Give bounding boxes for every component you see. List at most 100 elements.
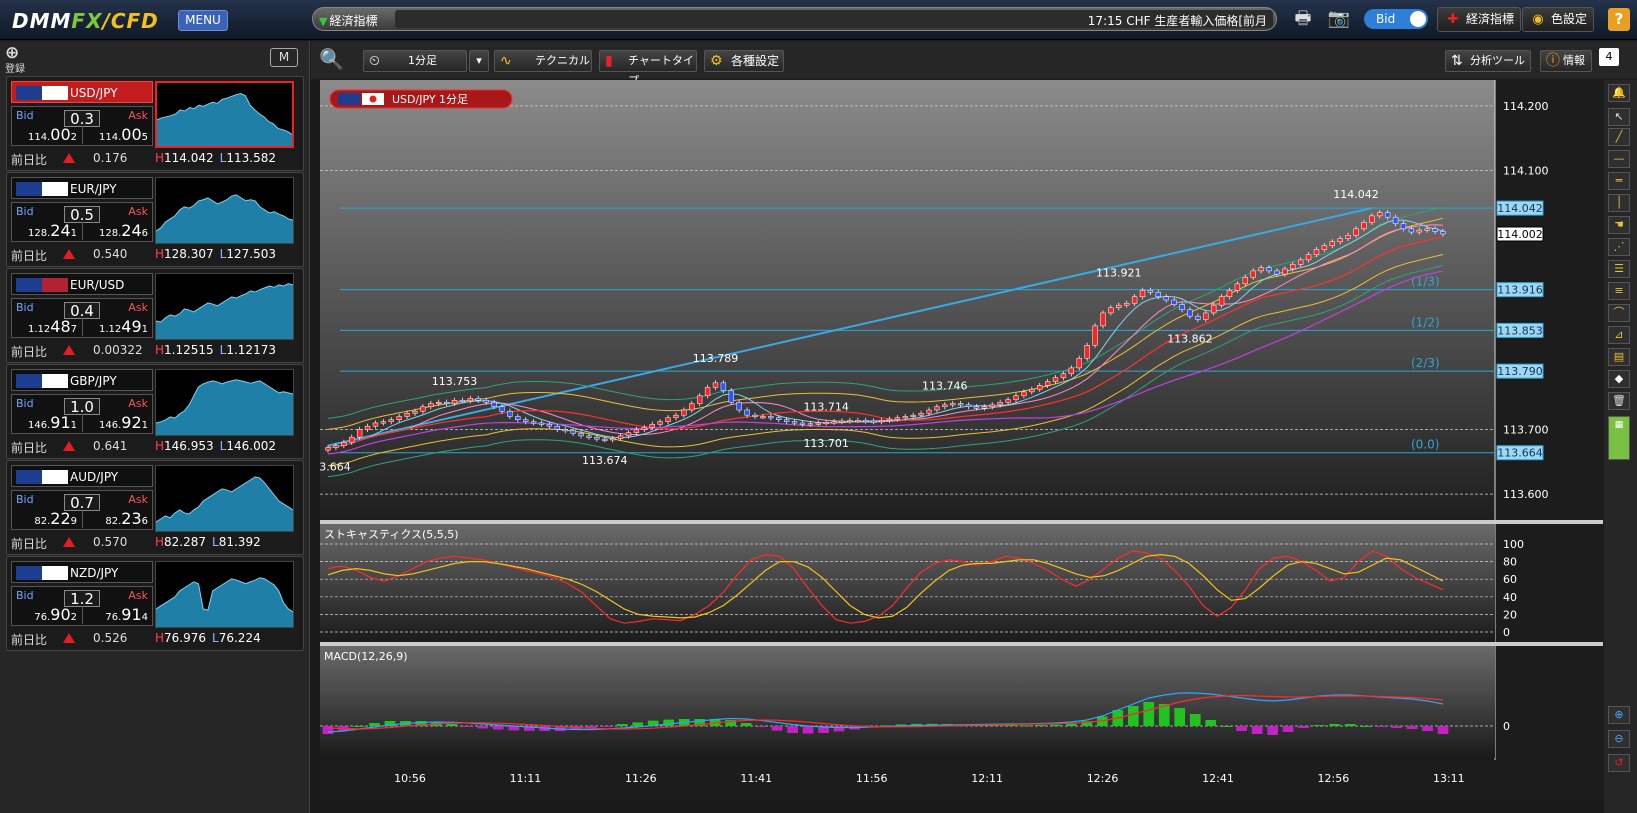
pair-header[interactable]: EUR/USD xyxy=(11,273,153,295)
quote-box[interactable]: Bid Ask 0.5 128.241 128.246 xyxy=(11,202,153,242)
color-settings-button[interactable]: ◉ 色設定 xyxy=(1522,7,1595,32)
mini-chart[interactable] xyxy=(155,273,294,340)
pair-header[interactable]: AUD/JPY xyxy=(11,465,153,487)
quote-box[interactable]: Bid Ask 0.4 1.12487 1.12491 xyxy=(11,298,153,338)
candle-body xyxy=(1187,309,1193,317)
pair-header[interactable]: EUR/JPY xyxy=(11,177,153,199)
day-change: 前日比 0.526 xyxy=(11,631,153,648)
economic-ticker[interactable]: ▼ 経済指標 17:15 CHF 生産者輸入価格[前月 xyxy=(312,7,1277,31)
line-color-icon[interactable]: ▦ xyxy=(1608,416,1630,460)
cursor-icon[interactable]: ↖ xyxy=(1608,108,1630,126)
mini-chart[interactable] xyxy=(155,465,294,532)
candle-body xyxy=(1234,283,1241,291)
pair-header[interactable]: NZD/JPY xyxy=(11,561,153,583)
day-change-label: 前日比 xyxy=(11,345,48,359)
ask-price[interactable]: 82.236 xyxy=(105,510,148,528)
mini-chart[interactable] xyxy=(155,81,294,148)
candle-body xyxy=(1400,223,1407,230)
camera-icon[interactable]: 📷 xyxy=(1326,8,1352,30)
macd-histogram-bar xyxy=(632,722,644,726)
bell-icon[interactable]: 🔔 xyxy=(1608,84,1630,102)
timeframe-select[interactable]: ⏲ 1分足 xyxy=(363,50,467,72)
rate-card[interactable]: EUR/JPY Bid Ask 0.5 128.241 128.246 前日比 … xyxy=(6,172,304,267)
candle-body xyxy=(523,419,529,422)
diamond-icon[interactable]: ◆ xyxy=(1608,370,1630,388)
analysis-tools-button[interactable]: ⇅ 分析ツール xyxy=(1445,50,1531,72)
candle-body xyxy=(1305,254,1312,261)
candle-body xyxy=(1321,245,1328,250)
quote-box[interactable]: Bid Ask 0.7 82.229 82.236 xyxy=(11,490,153,530)
vertical-line-icon[interactable]: │ xyxy=(1608,194,1630,212)
bid-price[interactable]: 1.12487 xyxy=(12,318,83,336)
rate-card[interactable]: AUD/JPY Bid Ask 0.7 82.229 82.236 前日比 0.… xyxy=(6,460,304,555)
rate-card[interactable]: EUR/USD Bid Ask 0.4 1.12487 1.12491 前日比 … xyxy=(6,268,304,363)
zoom-out-icon[interactable]: ⊖ xyxy=(1608,730,1630,748)
bid-price[interactable]: 82.229 xyxy=(12,510,83,528)
ask-price[interactable]: 1.12491 xyxy=(99,318,148,336)
rate-card[interactable]: USD/JPY Bid Ask 0.3 114.002 114.005 前日比 … xyxy=(6,76,304,171)
technical-button[interactable]: ∿ テクニカル xyxy=(494,50,592,72)
trash-icon[interactable]: 🗑 xyxy=(1608,392,1630,410)
triangle-up-icon xyxy=(63,153,75,163)
ask-price[interactable]: 128.246 xyxy=(99,222,148,240)
info-button[interactable]: ⓘ 情報 xyxy=(1540,50,1592,72)
day-change-value: 0.00322 xyxy=(93,343,143,357)
macd-histogram-bar xyxy=(477,726,489,729)
stochastic-tick-label: 20 xyxy=(1503,608,1517,621)
zoom-icon[interactable]: 🔍 xyxy=(319,47,344,71)
gann-icon[interactable]: ⊿ xyxy=(1608,326,1630,344)
bid-price[interactable]: 146.911 xyxy=(12,414,83,432)
channel-icon[interactable]: ═ xyxy=(1608,172,1630,190)
settings-button[interactable]: ⚙ 各種設定 xyxy=(704,50,784,72)
rate-card[interactable]: GBP/JPY Bid Ask 1.0 146.911 146.921 前日比 … xyxy=(6,364,304,459)
mini-chart[interactable] xyxy=(155,369,294,436)
bid-price[interactable]: 76.902 xyxy=(12,606,83,624)
mini-chart[interactable] xyxy=(155,177,294,244)
stochastic-pane[interactable]: 100 80 60 40 20 0 ストキャスティクス(5,5,5) xyxy=(320,520,1603,642)
bid-price[interactable]: 128.241 xyxy=(12,222,83,240)
rate-card[interactable]: NZD/JPY Bid Ask 1.2 76.902 76.914 前日比 0.… xyxy=(6,556,304,651)
bid-ask-toggle[interactable]: Bid xyxy=(1364,9,1428,29)
fib-expansion-icon[interactable]: ≡ xyxy=(1608,282,1630,300)
arc-icon[interactable]: ⌒ xyxy=(1608,304,1630,322)
quote-box[interactable]: Bid Ask 0.3 114.002 114.005 xyxy=(11,106,153,146)
sort-arrows-icon: ⇅ xyxy=(1451,53,1463,69)
ask-price[interactable]: 146.921 xyxy=(99,414,148,432)
trendline-icon[interactable]: ╱ xyxy=(1608,128,1630,146)
ruler-icon[interactable]: ▤ xyxy=(1608,348,1630,366)
macd-pane[interactable]: MACD(12,26,9) 0 xyxy=(320,642,1603,758)
ask-price[interactable]: 114.005 xyxy=(99,126,148,144)
fan-icon[interactable]: ⋰ xyxy=(1608,238,1630,256)
candle-body xyxy=(689,403,695,411)
help-button[interactable]: ? xyxy=(1608,8,1630,31)
m-button[interactable]: M xyxy=(270,48,298,67)
timeframe-dropdown-button[interactable]: ▾ xyxy=(469,50,489,72)
ask-price[interactable]: 76.914 xyxy=(105,606,148,624)
register-button[interactable]: ⊕ 登録 xyxy=(5,45,25,76)
pair-header[interactable]: USD/JPY xyxy=(11,81,153,103)
page-number[interactable]: 4 xyxy=(1599,48,1619,66)
chart-area[interactable]: 114.200 114.100 113.700 113.600 (1/3) (1/2) (2… xyxy=(320,80,1603,800)
candle-body xyxy=(673,414,679,419)
bid-price[interactable]: 114.002 xyxy=(12,126,83,144)
macd-histogram-bar xyxy=(1329,724,1340,726)
print-icon[interactable]: 🖶 xyxy=(1290,8,1316,30)
chart-type-button[interactable]: ▮チャートタイプ xyxy=(599,50,697,87)
hand-icon[interactable]: ☚ xyxy=(1608,216,1630,234)
horizontal-line-icon[interactable]: — xyxy=(1608,150,1630,168)
reset-icon[interactable]: ↺ xyxy=(1608,754,1630,772)
gear-icon: ⚙ xyxy=(710,53,723,69)
candle-body xyxy=(696,395,703,404)
flag-icon xyxy=(16,374,42,388)
fib-retracement-icon[interactable]: ☰ xyxy=(1608,260,1630,278)
menu-button[interactable]: MENU xyxy=(178,10,228,31)
macd-histogram-bar xyxy=(1050,724,1062,726)
economic-indicator-button[interactable]: ✚ 経済指標 xyxy=(1437,7,1522,32)
mini-chart[interactable] xyxy=(155,561,294,628)
pair-header[interactable]: GBP/JPY xyxy=(11,369,153,391)
quote-box[interactable]: Bid Ask 1.0 146.911 146.921 xyxy=(11,394,153,434)
quote-box[interactable]: Bid Ask 1.2 76.902 76.914 xyxy=(11,586,153,626)
low-value: 113.582 xyxy=(226,151,276,165)
candle-body xyxy=(1116,304,1122,309)
zoom-in-icon[interactable]: ⊕ xyxy=(1608,706,1630,724)
